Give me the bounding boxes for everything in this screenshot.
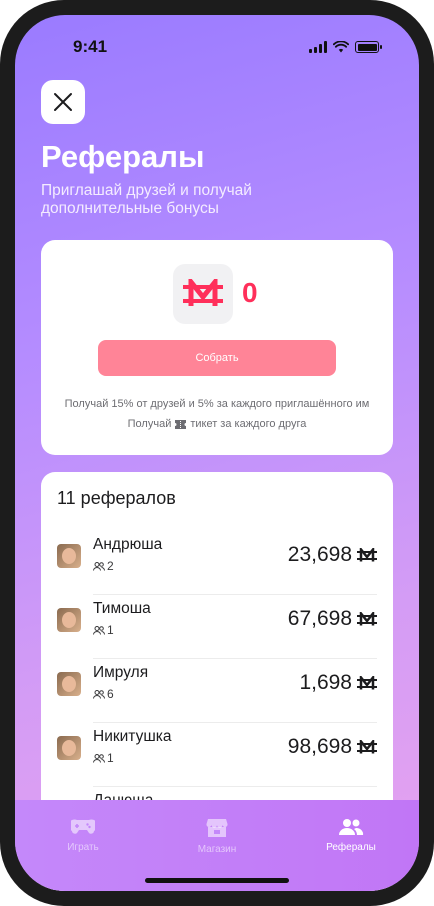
- tab-label: Играть: [67, 842, 99, 853]
- referral-row[interactable]: Никитушка 1 98,698: [41, 723, 393, 787]
- coin-icon: [357, 739, 377, 753]
- store-icon: [206, 819, 228, 837]
- battery-icon: [355, 41, 382, 53]
- referral-name: Андрюша: [93, 536, 163, 553]
- hint-suffix: тикет за каждого друга: [190, 418, 307, 430]
- referral-row[interactable]: Тимоша 1 67,698: [41, 595, 393, 659]
- coin-icon: [357, 611, 377, 625]
- amount-value: 1,698: [299, 671, 352, 694]
- avatar: [57, 672, 81, 696]
- referral-amount: 98,698: [288, 735, 377, 759]
- reward-card: 0 Собрать Получай 15% от друзей и 5% за …: [41, 240, 393, 455]
- amount-value: 98,698: [287, 735, 352, 758]
- coin-icon: [357, 547, 377, 561]
- users-icon: [93, 689, 105, 699]
- referral-name: Никитушка: [93, 728, 172, 745]
- referral-name: Тимоша: [93, 600, 151, 617]
- tab-label: Рефералы: [326, 842, 376, 853]
- wifi-icon: [333, 41, 349, 53]
- coin-icon: [357, 675, 377, 689]
- ticket-icon: [175, 419, 187, 429]
- referral-friends: 1: [93, 751, 114, 765]
- avatar: [57, 608, 81, 632]
- hint-prefix: Получай: [127, 418, 172, 430]
- referral-row[interactable]: Андрюша 2 23,698: [41, 531, 393, 595]
- friends-count: 1: [107, 751, 114, 765]
- referral-friends: 2: [93, 559, 114, 573]
- coin-icon: [183, 279, 223, 306]
- reward-hint-percent: Получай 15% от друзей и 5% за каждого пр…: [64, 398, 370, 410]
- users-icon: [339, 819, 364, 835]
- gamepad-icon: [71, 819, 95, 834]
- users-icon: [93, 561, 105, 571]
- referral-friends: 1: [93, 623, 114, 637]
- referral-friends: 6: [93, 687, 114, 701]
- reward-amount: 0: [242, 277, 258, 308]
- amount-value: 23,698: [287, 543, 352, 566]
- coin-badge: [173, 264, 233, 324]
- device-frame: 9:41 Рефералы Приглашай друзей и получай…: [0, 0, 434, 906]
- referral-name: Имруля: [93, 664, 149, 681]
- tab-label: Магазин: [197, 844, 237, 855]
- home-indicator: [145, 878, 289, 883]
- referral-row[interactable]: Имруля 6 1,698: [41, 659, 393, 723]
- users-icon: [93, 753, 105, 763]
- friends-count: 6: [107, 687, 114, 701]
- referrals-title: 11 рефералов: [57, 488, 176, 508]
- close-icon: [54, 93, 72, 111]
- reward-hint-ticket: Получай тикет за каждого друга: [41, 418, 393, 430]
- signal-icon: [309, 41, 327, 53]
- page-subtitle: Приглашай друзей и получай дополнительны…: [41, 182, 252, 217]
- avatar: [57, 736, 81, 760]
- collect-button[interactable]: Собрать: [98, 340, 336, 376]
- tab-store[interactable]: Магазин: [162, 818, 272, 855]
- referral-amount: 23,698: [288, 543, 377, 567]
- avatar: [57, 544, 81, 568]
- referral-amount: 67,698: [288, 607, 377, 631]
- amount-value: 67,698: [287, 607, 352, 630]
- tab-referrals[interactable]: Рефералы: [296, 818, 406, 853]
- status-icons: [309, 41, 382, 53]
- app-screen: 9:41 Рефералы Приглашай друзей и получай…: [15, 15, 419, 891]
- friends-count: 1: [107, 623, 114, 637]
- close-button[interactable]: [41, 80, 85, 124]
- referral-amount: 1,698: [299, 671, 377, 695]
- users-icon: [93, 625, 105, 635]
- friends-count: 2: [107, 559, 114, 573]
- page-title: Рефералы: [41, 139, 205, 174]
- status-time: 9:41: [73, 37, 108, 56]
- tab-play[interactable]: Играть: [28, 818, 138, 853]
